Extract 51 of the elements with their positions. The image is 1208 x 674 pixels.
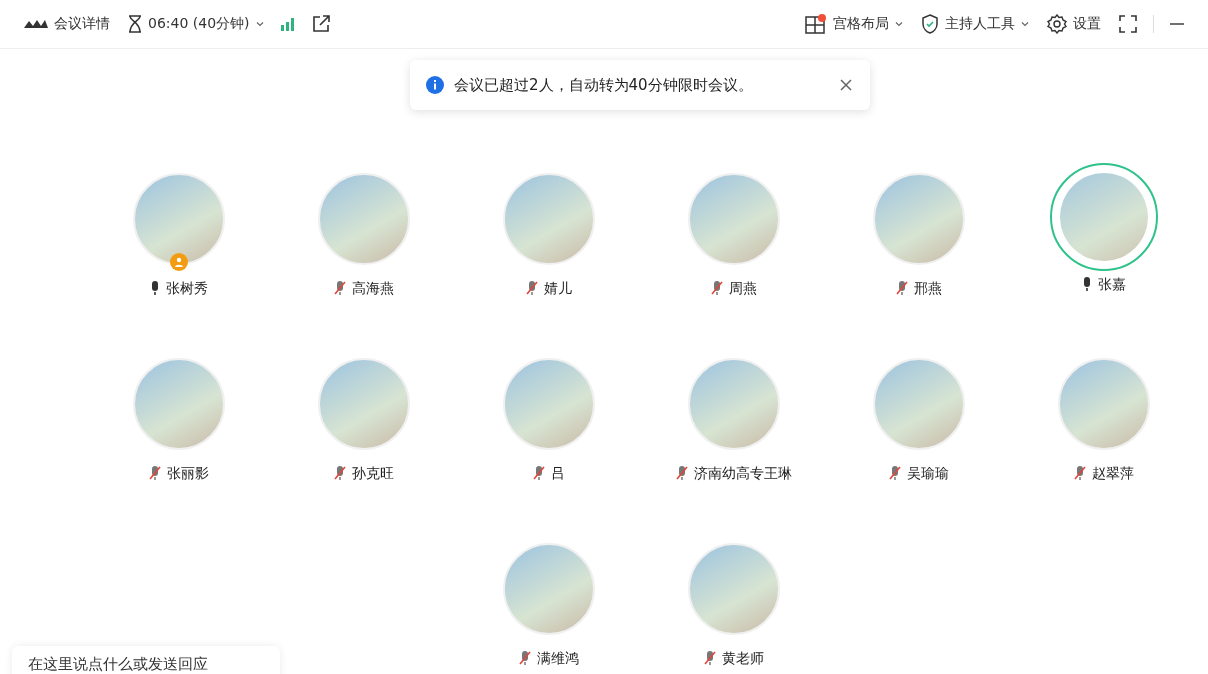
minimize-button[interactable] [1168,21,1186,27]
fullscreen-button[interactable] [1117,13,1139,35]
participant-name: 赵翠萍 [1092,465,1134,481]
chevron-down-icon [1021,21,1029,27]
mic-icon [1081,276,1093,292]
muted-mic-icon [1073,465,1087,481]
close-button[interactable] [838,77,854,93]
toast-message: 会议已超过2人，自动转为40分钟限时会议。 [454,75,754,95]
participant-name: 满维鸿 [537,650,579,666]
muted-mic-icon [333,280,347,296]
muted-mic-icon [532,465,546,481]
participant-name: 张丽影 [167,465,209,481]
host-tools-button[interactable]: 主持人工具 [919,12,1031,36]
settings-icon [1047,14,1067,34]
shield-check-icon [921,14,939,34]
external-link-icon [311,15,330,33]
chat-input-field[interactable]: 在这里说点什么或发送回应 [12,646,280,674]
participant-name: 邢燕 [914,280,942,296]
participant-name: 黄老师 [722,650,764,666]
participant-name: 吕 [551,465,565,481]
logo-icon [24,18,48,30]
muted-mic-icon [710,280,724,296]
participant-name: 高海燕 [352,280,394,296]
participant-name: 张树秀 [166,280,208,296]
settings-button[interactable]: 设置 [1045,12,1103,36]
muted-mic-icon [888,465,902,481]
muted-mic-icon [675,465,689,481]
signal-icon [279,17,296,31]
timer-button[interactable]: 06:40 (40分钟) [126,13,266,35]
muted-mic-icon [333,465,347,481]
mic-icon [149,280,161,296]
info-icon [426,76,444,94]
participant-name: 济南幼高专王琳 [694,465,792,481]
layout-button[interactable]: 宫格布局 [803,12,905,36]
muted-mic-icon [518,650,532,666]
minimize-icon [1170,23,1184,25]
participant-name: 张嘉 [1098,276,1126,292]
muted-mic-icon [525,280,539,296]
participant-name: 吴瑜瑜 [907,465,949,481]
hourglass-icon [128,15,142,33]
muted-mic-icon [895,280,909,296]
participant-name: 婧儿 [544,280,572,296]
meeting-info-button[interactable]: 会议详情 [22,13,112,35]
participant-name: 孙克旺 [352,465,394,481]
fullscreen-icon [1119,15,1137,33]
muted-mic-icon [148,465,162,481]
participant-name: 周燕 [729,280,757,296]
close-icon [840,79,852,91]
muted-mic-icon [703,650,717,666]
chevron-down-icon [255,21,264,27]
chevron-down-icon [895,21,903,27]
